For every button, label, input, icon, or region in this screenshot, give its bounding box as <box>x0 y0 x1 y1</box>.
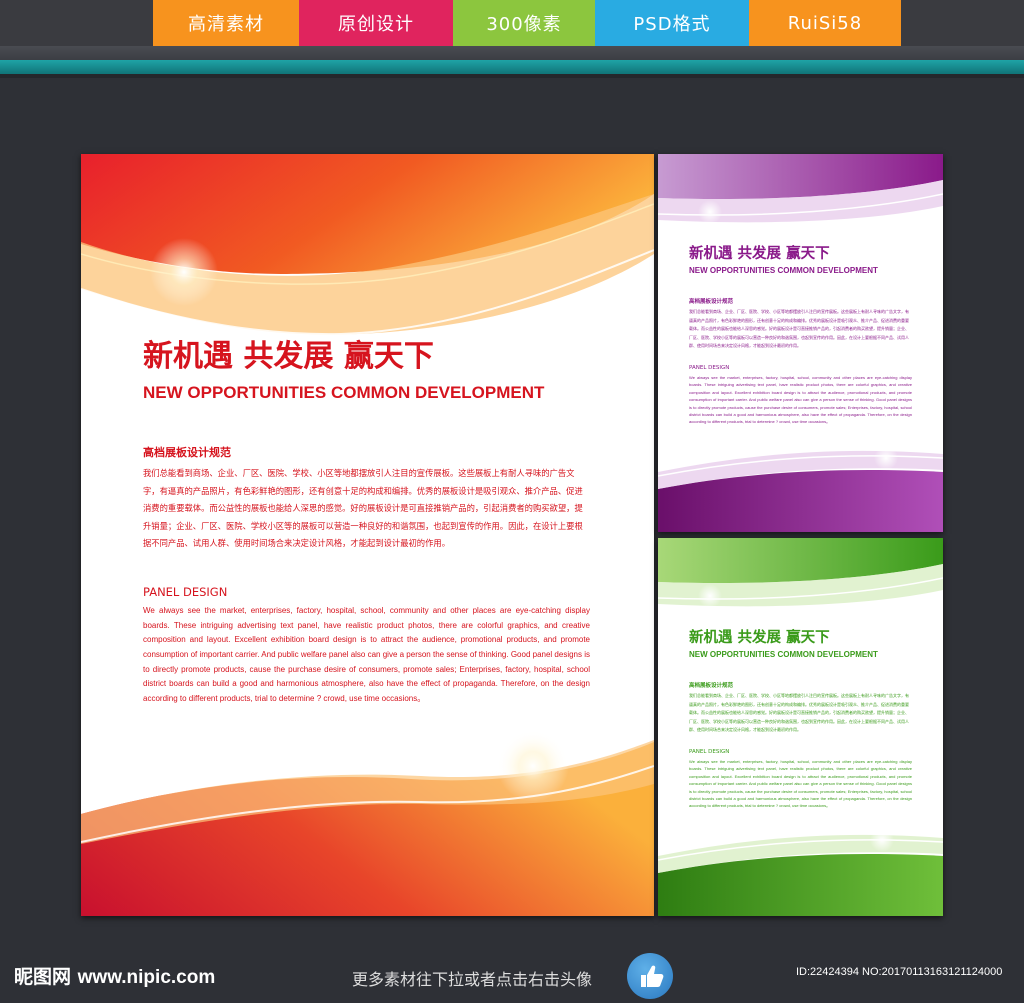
board-purple-body-cn: 我们总能看到商场、企业、厂区、医院、学校、小区等地都摆放引人注目的宣传展板。这些… <box>689 309 909 349</box>
site-url[interactable]: www.nipic.com <box>78 967 216 988</box>
board-purple-en-title: NEW OPPORTUNITIES COMMON DEVELOPMENT <box>689 266 878 275</box>
thumbs-up-icon[interactable] <box>627 953 673 999</box>
thumbs-up-glyph <box>641 965 664 987</box>
tab-original-design[interactable]: 原创设计 <box>299 0 453 46</box>
board-red-cn-title: 新机遇 共发展 赢天下 <box>143 339 434 374</box>
board-green-cn-title: 新机遇 共发展 赢天下 <box>689 630 830 646</box>
board-red-large: 新机遇 共发展 赢天下 NEW OPPORTUNITIES COMMON DEV… <box>81 154 654 916</box>
image-id-label: ID:22424394 NO:20170113163121124000 <box>796 966 1003 978</box>
board-red-en-title: NEW OPPORTUNITIES COMMON DEVELOPMENT <box>143 383 545 402</box>
board-green-body-cn: 我们总能看到商场、企业、厂区、医院、学校、小区等地都摆放引人注目的宣传展板。这些… <box>689 693 909 733</box>
tab-hd-material[interactable]: 高清素材 <box>153 0 299 46</box>
tab-psd-format[interactable]: PSD格式 <box>595 0 749 46</box>
board-red-body-en: We always see the market, enterprises, f… <box>143 605 590 704</box>
board-purple-cn-title: 新机遇 共发展 赢天下 <box>689 246 830 262</box>
site-logo[interactable]: 昵图网 www.nipic.com <box>14 962 215 989</box>
teal-stripe <box>0 60 1024 74</box>
board-green-body-en: We always see the market, enterprises, f… <box>689 758 912 809</box>
tab-ruisi58[interactable]: RuiSi58 <box>749 0 901 46</box>
board-green-en-title: NEW OPPORTUNITIES COMMON DEVELOPMENT <box>689 650 878 659</box>
feature-tabs: 高清素材 原创设计 300像素 PSD格式 RuiSi58 <box>153 0 901 46</box>
board-red-subhead-cn: 高档展板设计规范 <box>143 446 231 459</box>
top-banner: 高清素材 原创设计 300像素 PSD格式 RuiSi58 <box>0 0 1024 46</box>
board-purple-small: 新机遇 共发展 赢天下 NEW OPPORTUNITIES COMMON DEV… <box>658 154 943 532</box>
board-red-body-cn: 我们总能看到商场、企业、厂区、医院、学校、小区等地都摆放引人注目的宣传展板。这些… <box>143 468 583 549</box>
tab-300-pixels[interactable]: 300像素 <box>453 0 595 46</box>
board-green-subhead-cn: 高档展板设计规范 <box>689 683 734 689</box>
board-green-small: 新机遇 共发展 赢天下 NEW OPPORTUNITIES COMMON DEV… <box>658 538 943 916</box>
more-materials-hint: 更多素材往下拉或者点击右击头像 <box>352 970 593 989</box>
board-red-subhead-en: PANEL DESIGN <box>143 584 228 599</box>
board-purple-subhead-cn: 高档展板设计规范 <box>689 299 734 305</box>
board-purple-subhead-en: PANEL DESIGN <box>689 364 730 371</box>
header-shadow <box>0 74 1024 78</box>
header-rail <box>0 46 1024 60</box>
board-purple-body-en: We always see the market, enterprises, f… <box>689 374 912 425</box>
site-name-cn: 昵图网 <box>14 966 72 988</box>
board-green-subhead-en: PANEL DESIGN <box>689 748 730 755</box>
